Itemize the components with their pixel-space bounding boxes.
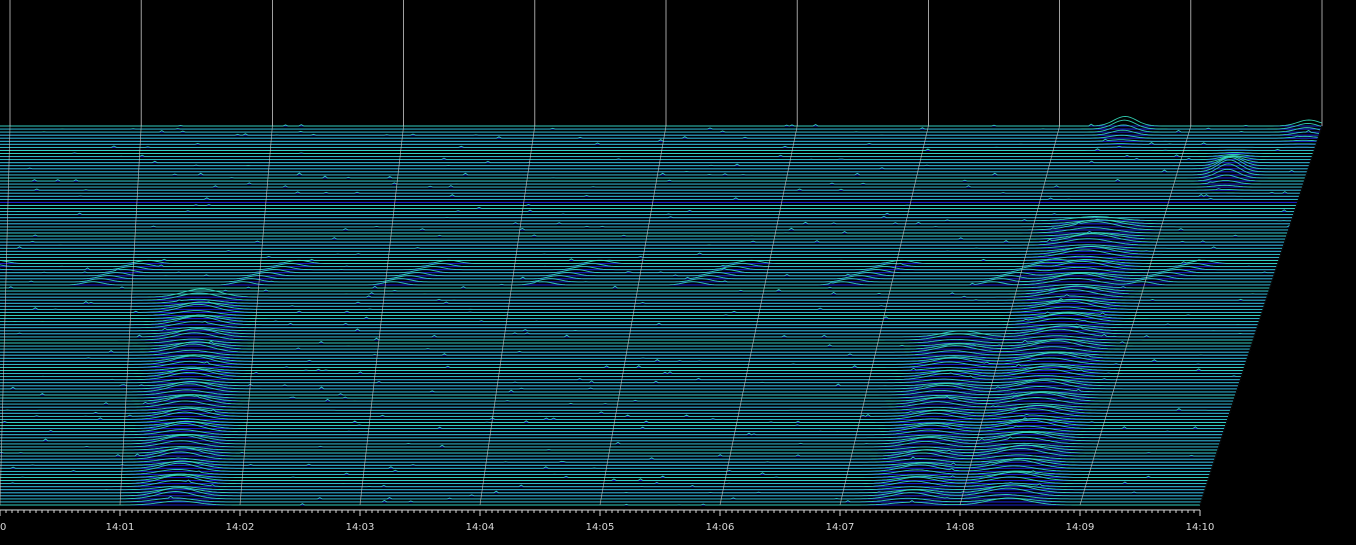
trace-peak <box>0 471 1208 481</box>
trace-peak <box>0 315 1258 326</box>
trace-peak <box>0 221 1289 231</box>
trace-peak <box>0 233 1285 243</box>
x-tick-label: 14:01 <box>106 522 135 533</box>
trace-peak <box>0 184 1303 188</box>
trace-peak <box>0 145 1316 148</box>
trace-peak <box>0 474 1207 485</box>
trace-peak <box>0 191 1301 194</box>
trace-peak <box>0 142 1317 145</box>
trace-peak <box>0 395 1233 405</box>
x-tick-label: 14:06 <box>706 522 735 533</box>
trace-peak <box>0 168 1306 179</box>
trace-peak <box>0 352 1247 362</box>
x-tick-label: 14:05 <box>586 522 615 533</box>
trace-peak <box>0 209 1295 213</box>
trace-peak <box>0 212 1294 216</box>
x-tick-label: 14:07 <box>826 522 855 533</box>
trace-peak <box>0 153 1313 158</box>
trace-peak <box>0 462 1211 472</box>
trace-peak <box>0 343 1250 353</box>
x-tick-label: 14:04 <box>466 522 495 533</box>
x-tick-label: 14:03 <box>346 522 375 533</box>
trace-layer <box>0 115 1323 506</box>
trace-peak <box>0 188 1302 191</box>
trace-peak <box>0 129 1320 136</box>
waterfall-chart: 00 14:01 14:02 14:03 14:04 14:05 14:06 14:07 14:… <box>0 0 1323 533</box>
trace-peak <box>0 246 1282 252</box>
x-tick-label: 14:10 <box>1186 522 1215 533</box>
trace-peak <box>0 273 1272 283</box>
trace-peak <box>0 383 1237 393</box>
x-tick-label: 00 <box>0 522 6 533</box>
trace-peak <box>0 193 1300 197</box>
trace-peak <box>0 355 1246 365</box>
trace-peak <box>0 260 1276 271</box>
trace-peak <box>0 392 1234 402</box>
trace-peak <box>0 340 1251 350</box>
time-axis: 00 14:01 14:02 14:03 14:04 14:05 14:06 14:07 14:… <box>0 509 1215 533</box>
trace-peak <box>0 206 1296 209</box>
trace-peak <box>0 423 1224 433</box>
trace-peak <box>0 431 1221 442</box>
trace-peak <box>0 197 1299 200</box>
x-tick-label: 14:08 <box>946 522 975 533</box>
trace-peak <box>0 435 1220 445</box>
trace-peak <box>0 148 1315 151</box>
x-tick-label: 14:09 <box>1066 522 1095 533</box>
trace-peak <box>0 155 1310 167</box>
x-tick-label: 14:02 <box>226 522 255 533</box>
